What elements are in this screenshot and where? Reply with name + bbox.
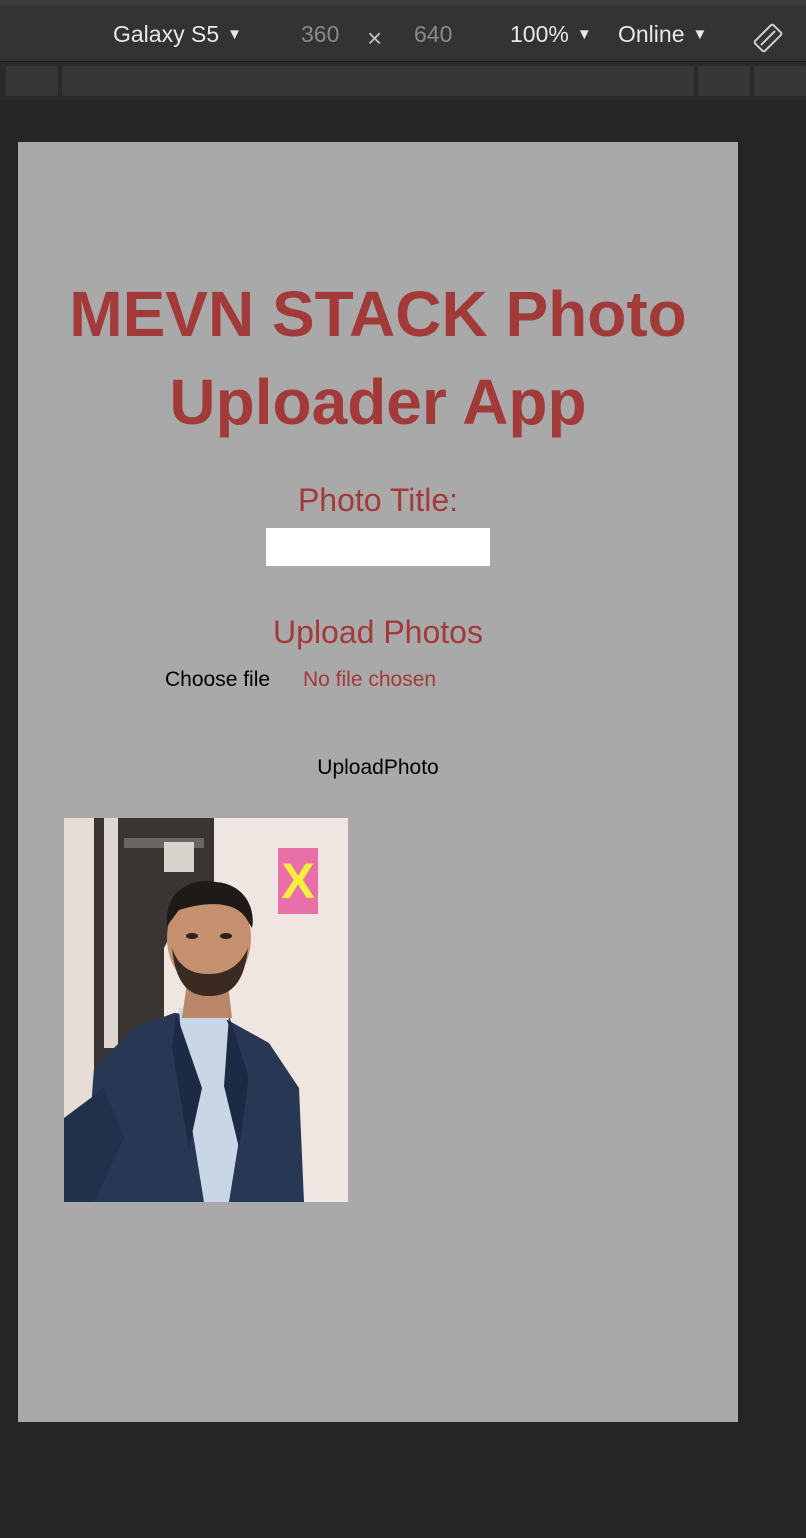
upload-photos-label: Upload Photos [273,614,483,650]
chevron-down-icon: ▼ [227,26,242,43]
chevron-down-icon: ▼ [692,26,708,43]
device-select[interactable]: Galaxy S5 ▼ [113,20,242,49]
zoom-value: 100% [510,21,569,47]
ruler-segment[interactable] [754,66,806,96]
chevron-down-icon: ▼ [576,26,592,43]
media-query-ruler [0,62,806,100]
delete-photo-button[interactable]: X [278,848,318,914]
photo-title-label: Photo Title: [297,482,459,518]
file-status-text: No file chosen [303,668,437,691]
ruler-segment[interactable] [698,66,750,96]
network-value: Online [618,21,685,47]
uploaded-photo: X [64,818,348,1202]
width-field[interactable]: 360 [301,20,339,48]
times-icon: × [367,23,383,53]
device-name: Galaxy S5 [113,21,220,47]
choose-file-button[interactable]: Choose file [165,666,270,694]
upload-photo-button[interactable]: UploadPhoto [18,754,738,782]
device-viewport: MEVN STACK Photo Uploader App Photo Titl… [18,142,738,1422]
rotate-icon[interactable] [752,22,784,54]
height-field[interactable]: 640 [414,20,452,48]
ruler-segment[interactable] [6,66,58,96]
network-select[interactable]: Online ▼ [618,20,707,49]
zoom-select[interactable]: 100% ▼ [510,20,592,49]
devtools-device-toolbar: Galaxy S5 ▼ 360 × 640 100% ▼ Online ▼ [0,0,806,62]
photo-title-input[interactable] [266,528,490,566]
ruler-segment[interactable] [62,66,694,96]
page-title: MEVN STACK Photo Uploader App [69,278,687,438]
